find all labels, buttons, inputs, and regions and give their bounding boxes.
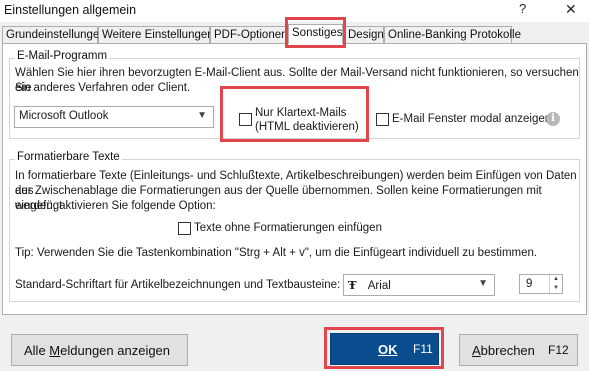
email-client-select[interactable]: Microsoft Outlook ▼ (14, 106, 214, 128)
stepper-arrows-icon[interactable]: ▲ ▼ (549, 275, 562, 293)
plaintext-label-line1: Nur Klartext-Mails (255, 107, 347, 119)
font-select-value: Arial (367, 280, 391, 292)
chevron-down-icon: ▼ (197, 110, 207, 121)
font-type-icon: Ŧ (348, 278, 357, 292)
tab-design[interactable]: Design (344, 26, 384, 44)
font-select[interactable]: Ŧ Arial ▼ (343, 274, 495, 296)
email-group-legend: E-Mail-Programm (15, 50, 110, 62)
ok-label: OK (378, 342, 398, 357)
info-icon[interactable]: i (546, 112, 560, 126)
plaintext-checkbox[interactable] (239, 113, 252, 126)
no-format-label[interactable]: Texte ohne Formatierungen einfügen (194, 221, 382, 236)
tab-panel-sonstiges: E-Mail-Programm Wählen Sie hier ihren be… (2, 43, 587, 315)
formatted-description-line3: werden, aktivieren Sie folgende Option: (15, 200, 216, 212)
ok-shortcut: F11 (413, 342, 433, 356)
font-size-value: 9 (526, 278, 533, 290)
show-all-messages-label-prefix: Alle (24, 343, 50, 358)
tab-sonstiges[interactable]: Sonstiges (288, 24, 343, 44)
show-all-messages-button[interactable]: Alle Meldungen anzeigen (11, 334, 188, 366)
font-size-stepper[interactable]: 9 ▲ ▼ (519, 274, 563, 294)
plaintext-label[interactable]: Nur Klartext-Mails (HTML deaktivieren) (255, 106, 359, 134)
show-all-messages-label-rest: eldungen anzeigen (60, 343, 171, 358)
chevron-down-icon: ▼ (478, 278, 488, 289)
modal-window-label[interactable]: E-Mail Fenster modal anzeigen (392, 112, 551, 127)
no-format-checkbox[interactable] (178, 222, 191, 235)
show-all-messages-mnemonic: M (49, 343, 61, 358)
ok-button[interactable]: OK F11 (330, 333, 439, 365)
tab-bar: Grundeinstellungen Weitere Einstellungen… (0, 24, 589, 44)
formatted-text-legend: Formatierbare Texte (15, 151, 122, 163)
modal-window-checkbox[interactable] (376, 113, 389, 126)
email-description-line2: ein anderes Verfahren oder Client. (15, 82, 191, 94)
show-all-messages-label: Alle Meldungen anzeigen (24, 343, 170, 358)
font-label: Standard-Schriftart für Artikelbezeichnu… (15, 279, 341, 291)
cancel-button[interactable]: Abbrechen F12 (459, 334, 578, 366)
email-client-value: Microsoft Outlook (19, 110, 109, 122)
cancel-label: bbrechen (480, 343, 535, 358)
tab-pdf-optionen[interactable]: PDF-Optionen (210, 26, 288, 44)
cancel-shortcut: F12 (548, 343, 569, 357)
title-bar: Einstellungen allgemein ? ✕ (0, 0, 589, 22)
tab-weitere-einstellungen[interactable]: Weitere Einstellungen (98, 26, 214, 44)
window-title: Einstellungen allgemein (4, 3, 137, 17)
help-button[interactable]: ? (519, 1, 526, 16)
tip-text: Tip: Verwenden Sie die Tastenkombination… (15, 247, 538, 259)
tab-online-banking-protokolle[interactable]: Online-Banking Protokolle (384, 26, 521, 44)
tab-grundeinstellungen[interactable]: Grundeinstellungen (2, 26, 106, 44)
plaintext-label-line2: (HTML deaktivieren) (255, 121, 359, 133)
close-button[interactable]: ✕ (565, 1, 577, 18)
cancel-mnemonic: A (472, 343, 481, 358)
